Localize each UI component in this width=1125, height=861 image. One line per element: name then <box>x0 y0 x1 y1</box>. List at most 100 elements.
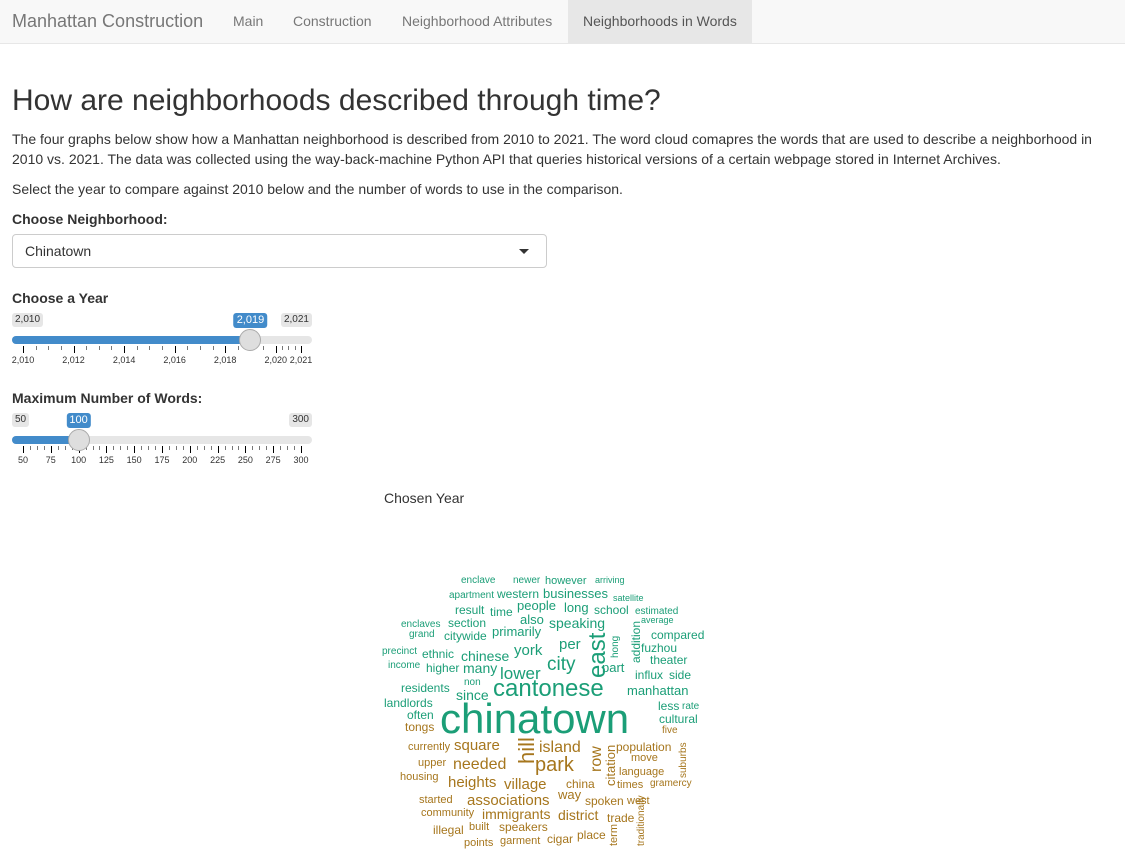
words-slider-minor-tick <box>141 446 143 450</box>
words-slider-tick <box>23 446 24 453</box>
words-slider-tick <box>245 446 247 453</box>
word-cloud-word: enclaves <box>401 619 441 630</box>
word-cloud-word: tongs <box>405 720 435 734</box>
word-cloud-word: times <box>617 779 644 791</box>
word-cloud-word: manhattan <box>627 683 689 698</box>
words-slider-tick-label: 75 <box>45 455 56 465</box>
word-cloud-word: built <box>469 821 490 833</box>
words-slider-minor-tick <box>113 446 115 450</box>
word-cloud-word: residents <box>401 681 450 695</box>
word-cloud-word: garment <box>500 835 541 847</box>
word-cloud-word: hong <box>610 635 621 658</box>
word-cloud-word: cigar <box>547 832 574 846</box>
word-cloud-word: gramercy <box>650 778 692 789</box>
word-cloud-word: traditionally <box>636 795 647 846</box>
word-cloud-word: enclave <box>461 575 496 586</box>
word-cloud-word: theater <box>650 653 688 667</box>
year-slider-tick <box>174 346 176 353</box>
year-slider-tick-label: 2,018 <box>213 355 237 365</box>
word-cloud-word: newer <box>513 575 541 586</box>
tab-neighborhood-attributes[interactable]: Neighborhood Attributes <box>387 0 567 43</box>
word-cloud-word: compared <box>651 628 705 642</box>
page-instructions: Select the year to compare against 2010 … <box>12 181 623 197</box>
tab-main[interactable]: Main <box>218 0 278 43</box>
year-slider-minor-tick <box>263 346 265 350</box>
year-slider-min: 2,010 <box>12 313 44 327</box>
word-cloud-word: people <box>517 598 557 613</box>
words-slider-minor-tick <box>29 446 31 450</box>
word-cloud-word: precinct <box>382 646 418 657</box>
app-brand[interactable]: Manhattan Construction <box>12 0 203 42</box>
word-cloud-word: housing <box>400 771 439 783</box>
word-cloud-word: city <box>547 654 576 675</box>
word-cloud-word: cultural <box>659 712 698 726</box>
word-cloud-word: needed <box>453 756 507 773</box>
year-slider-minor-tick <box>282 346 284 350</box>
words-slider-minor-tick <box>36 446 38 450</box>
words-slider-minor-tick <box>196 446 198 450</box>
word-cloud-word: five <box>662 725 678 736</box>
words-slider-tick-label: 125 <box>98 455 114 465</box>
words-slider-minor-tick <box>57 446 59 450</box>
word-cloud-word: island <box>539 739 581 756</box>
word-cloud-word: village <box>504 776 547 793</box>
tab-neighborhoods-in-words[interactable]: Neighborhoods in Words <box>568 0 752 43</box>
year-slider-minor-tick <box>212 346 214 350</box>
words-slider-tick-label: 250 <box>237 455 253 465</box>
words-slider-minor-tick <box>252 446 254 450</box>
page-description: The four graphs below show how a Manhatt… <box>12 131 1092 167</box>
year-slider[interactable]: 2,010 2,021 2,019 2,010 2,012 2,014 2,016 2,… <box>12 313 312 365</box>
word-cloud-word: park <box>535 754 574 776</box>
word-cloud-word: illegal <box>433 823 464 837</box>
words-slider-tick-label: 300 <box>293 455 309 465</box>
tab-construction[interactable]: Construction <box>278 0 387 43</box>
year-slider-tick <box>23 346 24 353</box>
year-slider-minor-tick <box>86 346 88 350</box>
year-slider-tick-label: 2,014 <box>112 355 136 365</box>
year-slider-max: 2,021 <box>280 313 312 327</box>
words-slider-minor-tick <box>294 446 296 450</box>
words-slider[interactable]: 50 300 100 50 75 100 125 150 175 200 225 250 275 3… <box>12 413 312 465</box>
word-cloud-word: estimated <box>635 606 679 617</box>
words-slider-minor-tick <box>175 446 177 450</box>
year-slider-minor-tick <box>187 346 189 350</box>
word-cloud-word: average <box>641 615 674 625</box>
word-cloud-word: since <box>456 687 489 703</box>
year-slider-tick <box>275 346 277 353</box>
year-slider-minor-tick <box>98 346 100 350</box>
word-cloud-word: part <box>602 660 625 675</box>
words-slider-minor-tick <box>127 446 129 450</box>
words-slider-handle[interactable] <box>67 429 90 451</box>
words-slider-tick <box>162 446 163 453</box>
year-slider-minor-tick <box>136 346 138 350</box>
year-slider-minor-tick <box>35 346 37 350</box>
neighborhood-select[interactable]: Chinatown <box>12 234 547 268</box>
words-slider-tick <box>106 446 108 453</box>
word-cloud-word: west <box>627 795 650 807</box>
word-cloud-word: addition <box>629 620 643 663</box>
word-cloud-word: citywide <box>444 629 487 643</box>
word-cloud-word: suburbs <box>678 742 689 778</box>
year-slider-minor-tick <box>149 346 151 350</box>
words-slider-min: 50 <box>12 413 30 427</box>
word-cloud-word: hill <box>514 737 539 764</box>
word-cloud-word: currently <box>408 741 451 753</box>
word-cloud-word: started <box>419 794 453 806</box>
year-slider-tick <box>301 346 302 353</box>
year-slider-minor-tick <box>48 346 50 350</box>
word-cloud-word: less <box>658 699 680 713</box>
words-slider-tick-label: 50 <box>17 455 29 465</box>
word-cloud-word: time <box>490 605 513 619</box>
year-slider-handle[interactable] <box>239 329 262 351</box>
caret-down-icon <box>519 249 529 254</box>
words-slider-ticks <box>12 446 312 454</box>
words-slider-minor-tick <box>231 446 233 450</box>
words-slider-tick <box>50 446 52 453</box>
word-cloud-word: lower <box>500 664 541 683</box>
year-slider-minor-tick <box>111 346 113 350</box>
words-slider-tick-label: 275 <box>265 455 281 465</box>
words-slider-minor-tick <box>92 446 94 450</box>
year-slider-minor-tick <box>199 346 201 350</box>
words-slider-minor-tick <box>238 446 240 450</box>
word-cloud-word: points <box>464 837 494 849</box>
